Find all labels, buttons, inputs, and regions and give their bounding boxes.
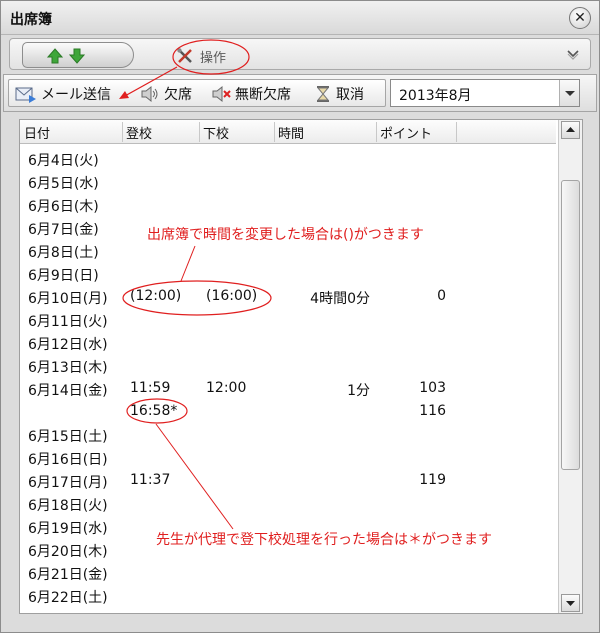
table-row[interactable]: 6月5日(水) [20,171,556,194]
scroll-down-button[interactable] [561,594,580,612]
chevron-down-icon [565,91,575,96]
column-separator[interactable] [122,122,123,142]
column-header-points[interactable]: ポイント [380,123,432,142]
table-row[interactable]: 6月18日(火) [20,493,556,516]
send-mail-label: メール送信 [41,87,111,103]
cell-date: 6月11日(火) [28,314,108,330]
table-row[interactable]: 6月15日(土) [20,424,556,447]
speaker-icon [141,85,158,103]
month-value: 2013年8月 [399,88,472,104]
cell-departure: (16:00) [206,288,258,304]
table-row[interactable]: 6月13日(木) [20,355,556,378]
nav-arrows-group [22,42,134,68]
cell-points: 0 [437,288,446,304]
cell-date: 6月4日(火) [28,153,99,169]
cell-date: 6月17日(月) [28,475,108,491]
column-header-departure[interactable]: 下校 [203,123,229,142]
tools-icon [177,48,192,63]
table-row[interactable]: 6月6日(木) [20,194,556,217]
arrow-up-icon[interactable] [47,48,63,64]
table-row[interactable]: 16:58* 116 [20,401,556,424]
column-separator[interactable] [199,122,200,142]
table-row[interactable]: 6月4日(火) [20,148,556,171]
send-mail-button[interactable]: メール送信 [15,83,111,105]
close-button[interactable]: ✕ [569,7,591,29]
cell-date: 6月12日(水) [28,337,108,353]
arrow-down-small-icon [566,601,575,606]
table-row[interactable]: 6月22日(土) [20,585,556,608]
cell-date: 6月15日(土) [28,429,108,445]
cell-date: 6月5日(水) [28,176,99,192]
navigation-bar: 操作 [9,38,591,70]
absent-label: 欠席 [164,87,192,103]
speaker-muted-icon [212,85,231,103]
arrow-up-small-icon [566,127,575,132]
close-icon: ✕ [574,10,586,26]
cell-date: 6月10日(月) [28,291,108,307]
column-separator[interactable] [274,122,275,142]
month-select[interactable]: 2013年8月 [390,79,580,107]
cell-date: 6月6日(木) [28,199,99,215]
cell-time: 1分 [347,383,370,399]
absent-button[interactable]: 欠席 [140,83,192,105]
cell-date: 6月18日(火) [28,498,108,514]
collapse-chevron-icon[interactable] [566,47,580,61]
hourglass-icon [316,86,330,102]
table-row[interactable]: 6月10日(月) (12:00) (16:00) 4時間0分 0 [20,286,556,309]
column-separator[interactable] [456,122,457,142]
vertical-scrollbar[interactable] [558,120,582,613]
cancel-button[interactable]: 取消 [314,83,364,105]
arrow-down-icon[interactable] [69,48,85,64]
table-row[interactable]: 6月9日(日) [20,263,556,286]
cell-points: 119 [419,472,446,488]
cell-date: 6月16日(日) [28,452,108,468]
action-button-group: メール送信 欠席 無断欠席 取消 [8,79,386,107]
cell-date: 6月19日(水) [28,521,108,537]
cell-arrival: (12:00) [130,288,182,304]
note-asterisk: 先生が代理で登下校処理を行った場合は＊がつきます [156,532,492,548]
action-toolbar: メール送信 欠席 無断欠席 取消 2013年8月 [3,74,597,112]
cell-date: 6月22日(土) [28,590,108,606]
attendance-window: 出席簿 ✕ 操作 メール送信 欠席 無断欠席 取消 2013年8月 日付 登校 … [0,0,600,633]
table-row[interactable]: 6月21日(金) [20,562,556,585]
scroll-up-button[interactable] [561,121,580,139]
table-row[interactable]: 6月11日(火) [20,309,556,332]
scroll-thumb[interactable] [561,180,580,470]
operations-label: 操作 [200,50,227,66]
cell-date: 6月21日(金) [28,567,108,583]
note-parentheses: 出席簿で時間を変更した場合は()がつきます [147,227,424,243]
cell-date: 6月20日(木) [28,544,108,560]
cell-date: 6月13日(木) [28,360,108,376]
table-row[interactable]: 6月12日(水) [20,332,556,355]
cell-points: 103 [419,380,446,396]
cell-date: 6月8日(土) [28,245,99,261]
window-title: 出席簿 [10,12,52,28]
operations-menu[interactable]: 操作 [176,47,227,66]
cell-departure: 12:00 [206,380,247,396]
grid-header: 日付 登校 下校 時間 ポイント [20,120,556,144]
cell-arrival: 11:59 [130,380,171,396]
table-row[interactable]: 6月14日(金) 11:59 12:00 1分 103 [20,378,556,401]
cell-arrival: 16:58* [130,403,178,419]
unexcused-absence-button[interactable]: 無断欠席 [211,83,291,105]
column-header-arrival[interactable]: 登校 [126,123,152,142]
cell-date: 6月9日(日) [28,268,99,284]
month-dropdown-button[interactable] [559,80,579,106]
table-row[interactable]: 6月17日(月) 11:37 119 [20,470,556,493]
cell-date: 6月14日(金) [28,383,108,399]
unexcused-absence-label: 無断欠席 [235,87,291,103]
cell-arrival: 11:37 [130,472,171,488]
table-row[interactable]: 6月16日(日) [20,447,556,470]
mail-send-icon [15,87,36,103]
cancel-label: 取消 [336,87,364,103]
column-separator[interactable] [376,122,377,142]
cell-date: 6月7日(金) [28,222,99,238]
column-header-time[interactable]: 時間 [278,123,304,142]
cell-points: 116 [419,403,446,419]
column-header-date[interactable]: 日付 [24,123,50,142]
cell-time: 4時間0分 [310,291,370,307]
title-bar: 出席簿 ✕ [1,1,599,35]
